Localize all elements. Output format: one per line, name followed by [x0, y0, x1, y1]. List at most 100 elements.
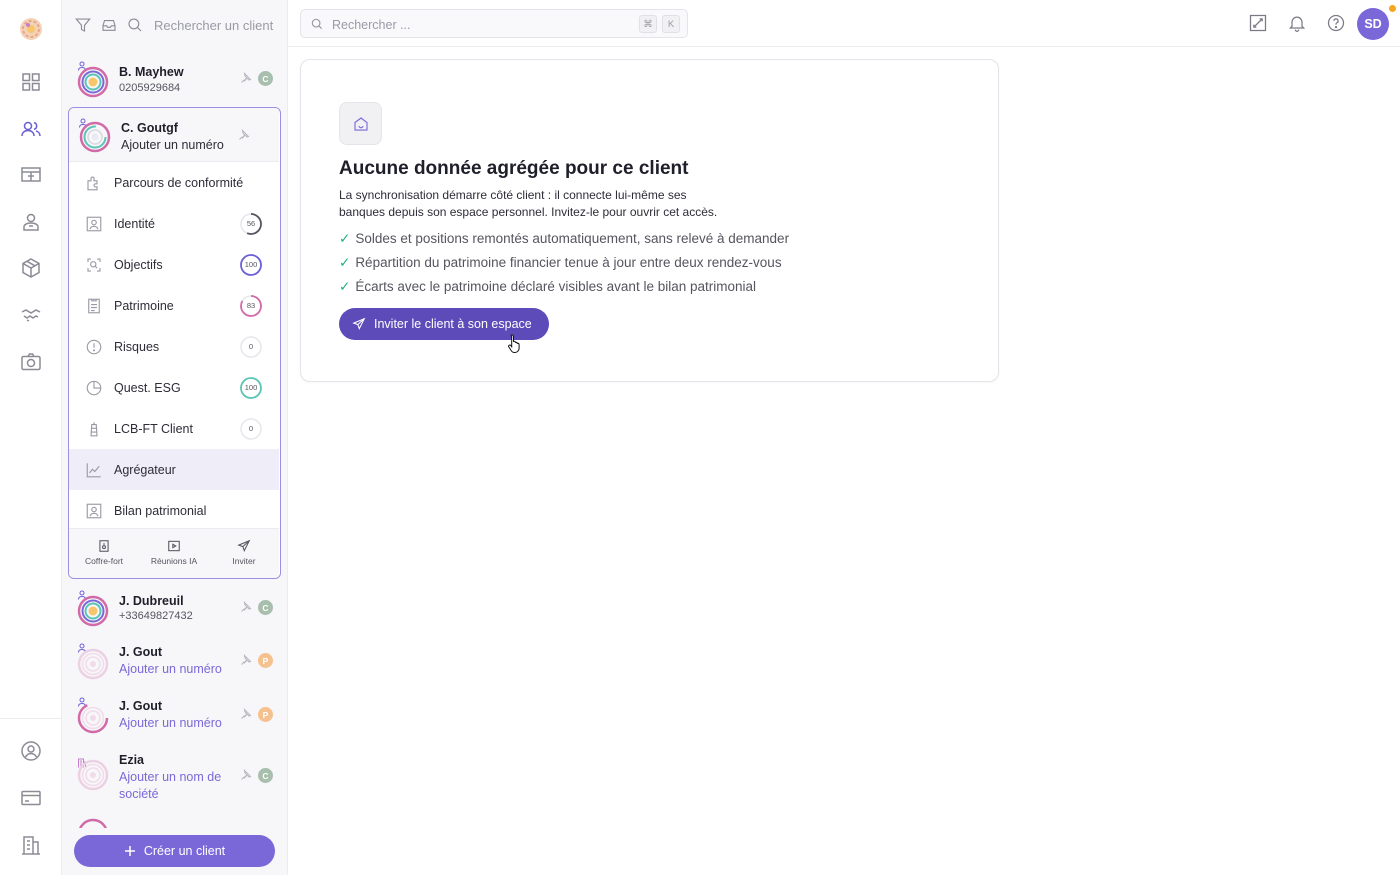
benefit-item: ✓ Répartition du patrimoine financier ten… — [339, 255, 782, 270]
notification-dot — [1389, 5, 1396, 12]
description-line: banques depuis son espace personnel. Inv… — [339, 205, 718, 219]
line-chart-icon — [85, 461, 103, 479]
menu-item-bilan[interactable]: Bilan patrimonial — [69, 490, 279, 531]
vault-icon — [69, 539, 139, 553]
client-phone: +33649827432 — [119, 610, 193, 622]
expand-icon[interactable] — [1248, 13, 1268, 33]
send-icon — [209, 539, 279, 553]
check-icon: ✓ — [339, 279, 351, 294]
client-item[interactable]: B. Mayhew 0205929684 C — [62, 54, 288, 104]
menu-label: Agrégateur — [114, 462, 176, 477]
progress-value: 100 — [244, 260, 258, 269]
search-icon[interactable] — [126, 16, 144, 34]
handshake-icon[interactable] — [19, 303, 43, 327]
menu-label: Bilan patrimonial — [114, 503, 207, 518]
selected-client-header[interactable]: C. Goutgf Ajouter un numéro — [69, 108, 279, 162]
advisor-icon[interactable] — [19, 210, 43, 234]
shortcut-k-key: K — [662, 15, 680, 33]
menu-item-risques[interactable]: Risques 0 — [69, 326, 279, 367]
clients-icon[interactable] — [19, 117, 43, 141]
progress-ring: 56 — [239, 212, 263, 236]
client-item[interactable]: J. Gout Ajouter un numéro P — [62, 690, 288, 740]
progress-ring: 100 — [239, 253, 263, 277]
pin-icon[interactable] — [240, 708, 252, 720]
puzzle-icon — [85, 174, 103, 192]
pin-icon[interactable] — [240, 601, 252, 613]
inbox-icon[interactable] — [100, 16, 118, 34]
vault-button[interactable]: Coffre-fort — [69, 537, 139, 573]
alert-circle-icon — [85, 338, 103, 356]
pin-icon[interactable] — [240, 72, 252, 84]
package-icon[interactable] — [19, 256, 43, 280]
progress-value: 0 — [248, 342, 254, 351]
add-phone-link[interactable]: Ajouter un numéro — [119, 716, 222, 730]
menu-label: Parcours de conformité — [114, 175, 244, 190]
client-actions-bar: Coffre-fort Réunions IA Inviter — [69, 528, 279, 578]
hand-cursor-icon — [508, 334, 520, 353]
add-company-link-line2[interactable]: société — [119, 787, 159, 801]
client-progress-ring — [77, 702, 109, 734]
presentation-icon[interactable] — [19, 163, 43, 187]
app-logo-icon[interactable] — [17, 15, 45, 43]
menu-label: Quest. ESG — [114, 380, 181, 395]
client-search-input[interactable]: Rechercher un client — [154, 18, 273, 33]
document-icon — [85, 297, 103, 315]
plus-icon — [124, 845, 136, 857]
client-progress-ring — [77, 759, 109, 791]
pin-icon[interactable] — [238, 129, 250, 141]
menu-item-identite[interactable]: Identité 56 — [69, 203, 279, 244]
bell-icon[interactable] — [1287, 13, 1307, 33]
pin-icon[interactable] — [240, 769, 252, 781]
client-item[interactable]: J. Dubreuil +33649827432 C — [62, 583, 288, 633]
progress-value: 56 — [246, 219, 256, 228]
dashboard-icon[interactable] — [19, 70, 43, 94]
selected-client-name: C. Goutgf — [121, 121, 178, 135]
clients-toolbar: Rechercher un client — [62, 0, 288, 50]
add-company-link[interactable]: Ajouter un nom de — [119, 770, 221, 784]
help-icon[interactable] — [1326, 13, 1346, 33]
user-avatar[interactable]: SD — [1357, 8, 1389, 40]
menu-item-parcours[interactable]: Parcours de conformité — [69, 162, 279, 203]
user-circle-icon[interactable] — [19, 739, 43, 763]
check-icon: ✓ — [339, 255, 351, 270]
client-name: J. Gout — [119, 645, 163, 659]
pie-chart-icon — [85, 379, 103, 397]
status-badge: P — [258, 707, 273, 722]
video-icon — [139, 539, 209, 553]
vault-label: Coffre-fort — [84, 556, 124, 566]
menu-item-lcbft[interactable]: LCB-FT Client 0 — [69, 408, 279, 449]
menu-item-esg[interactable]: Quest. ESG 100 — [69, 367, 279, 408]
card-icon[interactable] — [19, 786, 43, 810]
rail-divider — [0, 718, 62, 719]
pin-icon[interactable] — [240, 654, 252, 666]
progress-ring: 100 — [239, 376, 263, 400]
menu-item-objectifs[interactable]: Objectifs 100 — [69, 244, 279, 285]
menu-label: Risques — [114, 339, 160, 354]
building-icon[interactable] — [19, 833, 43, 857]
target-search-icon — [85, 256, 103, 274]
empty-state-title: Aucune donnée agrégée pour ce client — [339, 158, 689, 179]
camera-icon[interactable] — [19, 350, 43, 374]
benefit-item: ✓ Soldes et positions remontés automatiqu… — [339, 231, 790, 246]
menu-item-patrimoine[interactable]: Patrimoine 83 — [69, 285, 279, 326]
progress-ring: 83 — [239, 294, 263, 318]
menu-item-agregateur[interactable]: Agrégateur — [69, 449, 279, 490]
invite-button-small[interactable]: Inviter — [209, 537, 279, 573]
client-item[interactable]: Ezia Ajouter un nom de société C — [62, 744, 288, 806]
client-progress-ring — [77, 66, 109, 98]
selected-client-phone[interactable]: Ajouter un numéro — [121, 138, 224, 152]
ai-meetings-button[interactable]: Réunions IA — [139, 537, 209, 573]
check-icon: ✓ — [339, 231, 351, 246]
invite-label: Inviter — [232, 556, 256, 566]
nav-rail — [0, 0, 62, 875]
client-progress-ring-partial — [78, 818, 108, 828]
filter-icon[interactable] — [74, 16, 92, 34]
client-progress-ring — [77, 648, 109, 680]
status-badge: C — [258, 71, 273, 86]
create-client-button[interactable]: Créer un client — [74, 835, 275, 867]
status-badge: P — [258, 653, 273, 668]
client-item[interactable]: J. Gout Ajouter un numéro P — [62, 636, 288, 686]
progress-value: 83 — [246, 301, 256, 310]
global-search-input[interactable]: Rechercher ... ⌘ K — [300, 9, 688, 38]
add-phone-link[interactable]: Ajouter un numéro — [119, 662, 222, 676]
